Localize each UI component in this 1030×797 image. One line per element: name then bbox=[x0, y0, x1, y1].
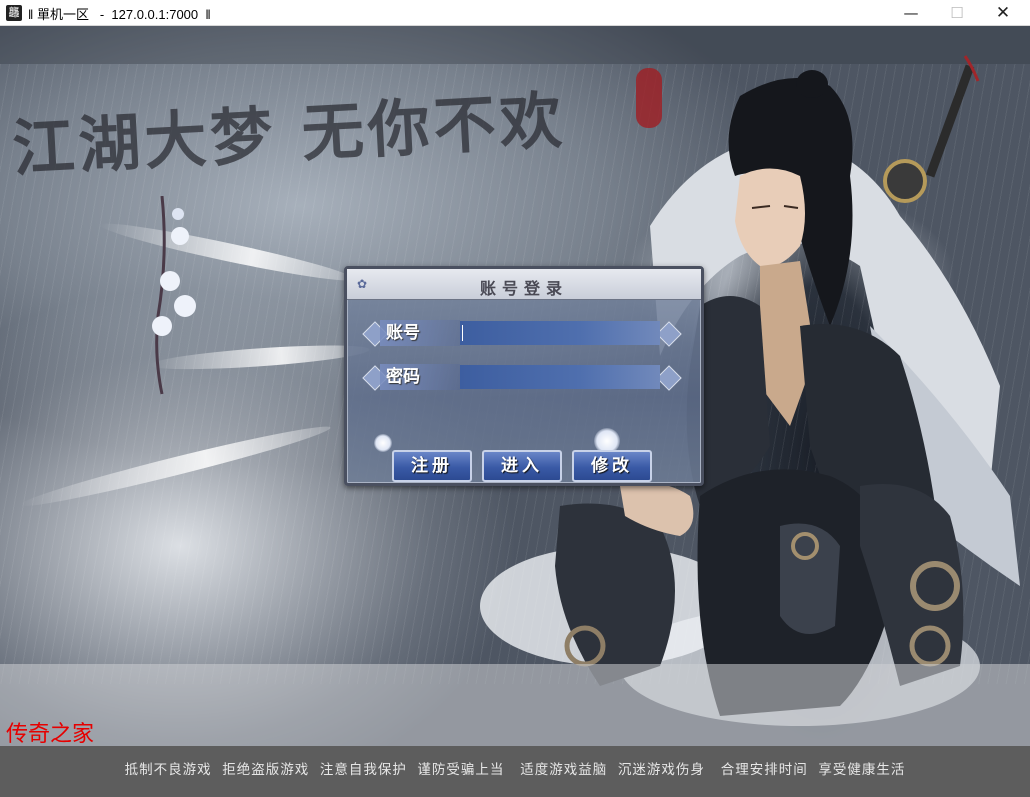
maximize-button[interactable]: ☐ bbox=[934, 0, 980, 26]
gauntlet bbox=[780, 523, 840, 634]
text-caret bbox=[462, 325, 463, 341]
account-input[interactable] bbox=[460, 321, 660, 345]
modify-button[interactable]: 修改 bbox=[572, 450, 652, 482]
password-row: 密码 bbox=[362, 362, 682, 392]
site-name: 传奇之家 bbox=[6, 722, 95, 747]
bottom-fog-band bbox=[0, 664, 1030, 746]
game-logo-icon: 龘 bbox=[6, 5, 22, 21]
password-label: 密码 bbox=[380, 364, 460, 390]
login-dialog: ✿ 账号登录 账号 密码 注册 进入 修改 bbox=[344, 266, 704, 486]
plum-blossom-branch bbox=[152, 196, 196, 395]
close-button[interactable]: ✕ bbox=[980, 0, 1026, 26]
blossom-decoration bbox=[374, 434, 392, 452]
sword-guard bbox=[883, 159, 927, 203]
diamond-ornament-icon bbox=[656, 365, 682, 391]
game-background: 江湖大梦 无你不欢 传奇之家 抵制不良游戏 拒绝盗版游戏 注意自我保护 谨防受骗… bbox=[0, 26, 1030, 797]
account-row: 账号 bbox=[362, 318, 682, 348]
enter-button[interactable]: 进入 bbox=[482, 450, 562, 482]
window-title-text: 單机一区 - 127.0.0.1:7000 ‖ bbox=[37, 7, 211, 22]
diamond-ornament-icon bbox=[656, 321, 682, 347]
hair-bun bbox=[796, 70, 828, 98]
login-title: 账号登录 bbox=[479, 279, 568, 298]
window-title: ‖ 單机一区 - 127.0.0.1:7000 ‖ bbox=[28, 4, 211, 23]
title-separator: ‖ bbox=[28, 7, 34, 22]
login-header: ✿ 账号登录 bbox=[347, 269, 701, 300]
account-label: 账号 bbox=[380, 320, 460, 346]
minimize-button[interactable]: — bbox=[888, 0, 934, 26]
window-titlebar: 龘 ‖ 單机一区 - 127.0.0.1:7000 ‖ — ☐ ✕ bbox=[0, 0, 1030, 26]
health-gaming-notice: 抵制不良游戏 拒绝盗版游戏 注意自我保护 谨防受骗上当 适度游戏益脑 沉迷游戏伤… bbox=[124, 762, 906, 778]
sword-hilt bbox=[925, 64, 975, 178]
register-button[interactable]: 注册 bbox=[392, 450, 472, 482]
password-input[interactable] bbox=[460, 365, 660, 389]
